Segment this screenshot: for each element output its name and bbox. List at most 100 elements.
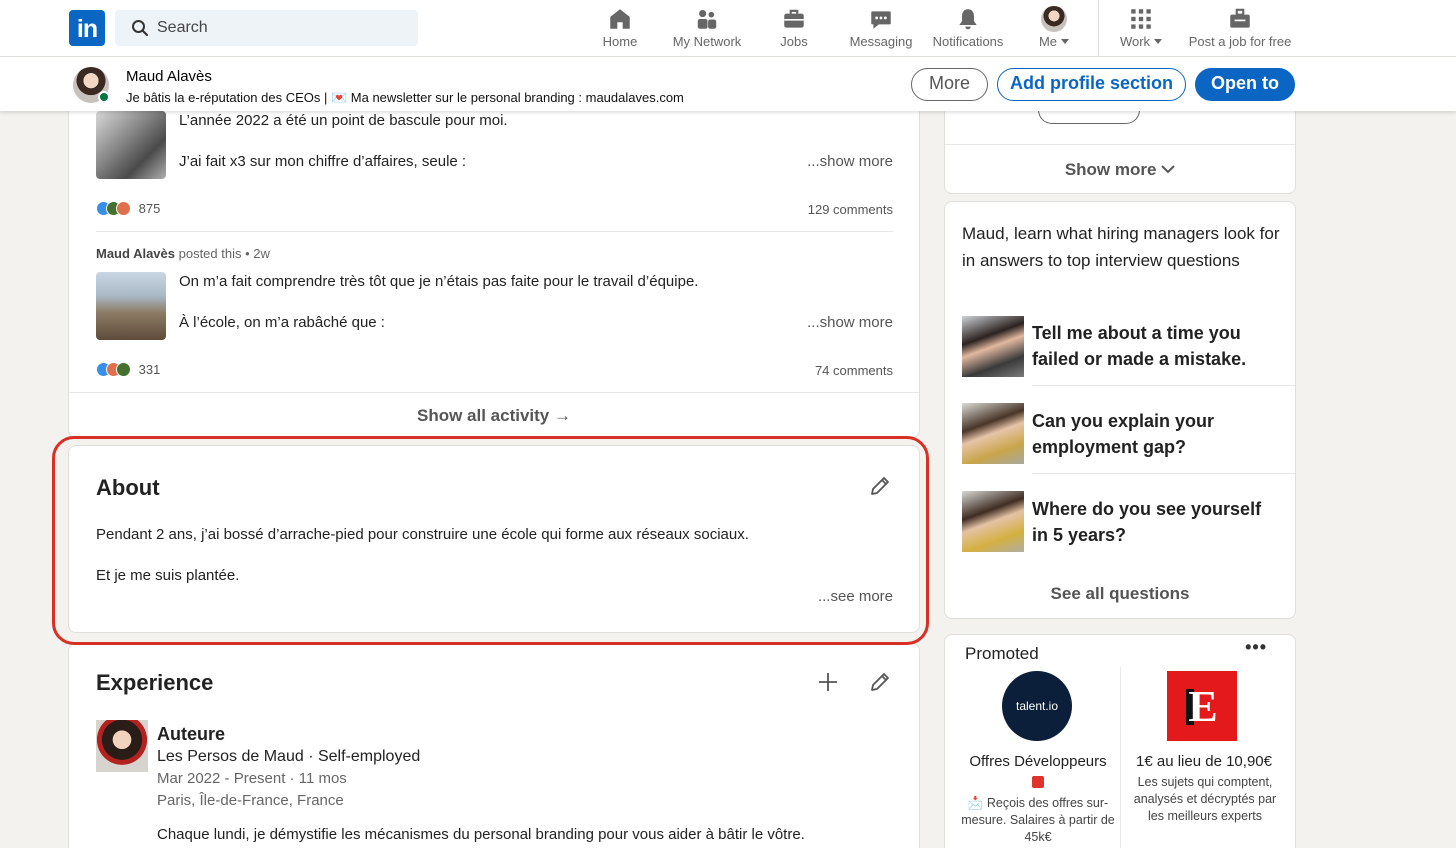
sticky-profile-bar: Maud Alavès Je bâtis la e-réputation des… — [0, 57, 1456, 111]
nav-notifications[interactable]: Notifications — [926, 6, 1010, 52]
more-button[interactable]: More — [911, 68, 988, 101]
nav-my-network[interactable]: My Network — [668, 6, 746, 52]
add-profile-section-button[interactable]: Add profile section — [997, 68, 1186, 101]
reaction-count: 875 — [138, 201, 161, 217]
nav-home[interactable]: Home — [598, 6, 642, 52]
online-status-badge — [98, 91, 110, 103]
lexpress-logo-text: E — [1188, 682, 1218, 731]
question-divider — [1032, 385, 1295, 386]
linkedin-logo[interactable]: in — [69, 10, 105, 46]
chevron-down-icon — [1061, 39, 1070, 44]
nav-jobs[interactable]: Jobs — [774, 6, 814, 52]
nav-notifications-label: Notifications — [932, 34, 1004, 49]
reaction-count: 331 — [138, 362, 161, 378]
post-comments-count[interactable]: 74 comments — [815, 363, 893, 378]
promoted-card: Promoted ••• talent.io Offres Développeu… — [944, 634, 1296, 848]
experience-role[interactable]: Auteure — [157, 724, 225, 745]
grid-icon — [1131, 9, 1151, 29]
job-post-icon — [1230, 8, 1250, 28]
promo-subtitle: Les sujets qui comptent, analysés et déc… — [1133, 775, 1277, 823]
post-text-line: On m’a fait comprendre très tôt que je n… — [179, 273, 699, 290]
more-options-icon[interactable]: ••• — [1245, 637, 1267, 658]
about-section: About Pendant 2 ans, j’ai bossé d’arrach… — [68, 445, 920, 633]
post-author-line: Maud Alavès posted this • 2w — [96, 246, 270, 261]
promoted-label: Promoted — [965, 644, 1039, 663]
promo-title[interactable]: Offres Développeurs — [955, 753, 1121, 770]
nav-me[interactable]: Me — [1032, 6, 1076, 52]
profile-headline: Je bâtis la e-réputation des CEOs | 💌 Ma… — [126, 90, 684, 105]
promo-badge — [955, 776, 1121, 793]
love-reaction-icon — [116, 201, 131, 217]
post-reactions[interactable]: 875 — [96, 200, 160, 218]
talent-io-logo[interactable]: talent.io — [1002, 671, 1072, 741]
post-text-line: À l’école, on m’a rabâché que : — [179, 314, 385, 331]
post-text-line: L’année 2022 a été un point de bascule p… — [179, 112, 508, 129]
open-to-button[interactable]: Open to — [1195, 68, 1295, 101]
nav-work[interactable]: Work — [1114, 6, 1168, 52]
add-icon[interactable] — [816, 670, 840, 694]
briefcase-icon — [784, 9, 804, 28]
see-all-questions-button[interactable]: See all questions — [945, 584, 1295, 604]
bell-icon — [959, 9, 977, 30]
question-divider — [1032, 473, 1295, 474]
question-thumbnail[interactable] — [962, 316, 1024, 377]
global-nav: in Home My Network Jobs Messaging Notifi… — [0, 0, 1456, 57]
profile-name: Maud Alavès — [126, 68, 212, 85]
talent-io-logo-text: talent.io — [1015, 699, 1059, 713]
experience-location: Paris, Île-de-France, France — [157, 792, 344, 809]
nav-me-label: Me — [1038, 34, 1058, 49]
show-all-activity-button[interactable]: Show all activity → — [69, 392, 919, 437]
nav-post-job-label: Post a job for free — [1188, 34, 1292, 49]
search-icon — [132, 20, 149, 37]
search-box[interactable] — [115, 10, 418, 46]
interview-question[interactable]: Where do you see yourself in 5 years? — [1032, 496, 1282, 548]
nav-my-network-label: My Network — [672, 34, 742, 49]
rail-show-more-button[interactable]: Show more — [945, 144, 1295, 194]
experience-section: Experience Auteure Les Persos de Maud · … — [68, 643, 920, 848]
post-thumbnail[interactable] — [96, 111, 166, 179]
question-thumbnail[interactable] — [962, 491, 1024, 552]
nav-divider — [1098, 0, 1099, 57]
nav-post-job[interactable]: Post a job for free — [1182, 6, 1298, 52]
messaging-icon — [871, 11, 891, 29]
pencil-icon[interactable] — [868, 474, 892, 498]
home-icon — [610, 9, 630, 29]
experience-company: Les Persos de Maud · Self-employed — [157, 748, 421, 765]
support-reaction-icon — [116, 362, 131, 378]
nav-messaging-label: Messaging — [849, 34, 913, 49]
post-show-more-link[interactable]: ...show more — [807, 153, 893, 170]
post-author[interactable]: Maud Alavès — [96, 246, 175, 261]
about-text-line: Pendant 2 ans, j’ai bossé d’arrache-pied… — [96, 526, 749, 543]
post-divider — [96, 231, 893, 232]
nav-jobs-label: Jobs — [780, 34, 808, 49]
promo-title[interactable]: 1€ au lieu de 10,90€ — [1123, 753, 1285, 770]
experience-title: Experience — [96, 670, 214, 695]
lexpress-logo[interactable]: E — [1167, 671, 1237, 741]
nav-home-label: Home — [602, 34, 638, 49]
interview-question[interactable]: Tell me about a time you failed or made … — [1032, 320, 1282, 372]
network-icon — [697, 10, 717, 29]
experience-logo[interactable] — [96, 720, 148, 772]
experience-dates: Mar 2022 - Present · 11 mos — [157, 770, 347, 787]
about-text-line: Et je me suis plantée. — [96, 567, 240, 584]
interview-question[interactable]: Can you explain your employment gap? — [1032, 408, 1282, 460]
post-reactions[interactable]: 331 — [96, 361, 160, 379]
nav-messaging[interactable]: Messaging — [846, 6, 916, 52]
pencil-icon[interactable] — [868, 670, 892, 694]
chevron-down-icon — [1161, 165, 1175, 174]
promo-subtitle: 📩 Reçois des offres sur-mesure. Salaires… — [961, 796, 1115, 844]
about-see-more-link[interactable]: ...see more — [818, 588, 893, 605]
about-title: About — [96, 475, 160, 500]
post-comments-count[interactable]: 129 comments — [808, 202, 893, 217]
question-thumbnail[interactable] — [962, 403, 1024, 464]
post-thumbnail[interactable] — [96, 272, 166, 340]
avatar — [1041, 6, 1067, 32]
post-show-more-link[interactable]: ...show more — [807, 314, 893, 331]
search-input[interactable] — [157, 10, 407, 46]
interview-prep-card: Maud, learn what hiring managers look fo… — [944, 201, 1296, 619]
chevron-down-icon — [1154, 39, 1163, 44]
experience-description: Chaque lundi, je démystifie les mécanism… — [157, 826, 805, 843]
rail-show-more-label: Show more — [1064, 160, 1157, 179]
red-badge-icon — [1032, 776, 1044, 788]
activity-section: L’année 2022 a été un point de bascule p… — [68, 90, 920, 438]
